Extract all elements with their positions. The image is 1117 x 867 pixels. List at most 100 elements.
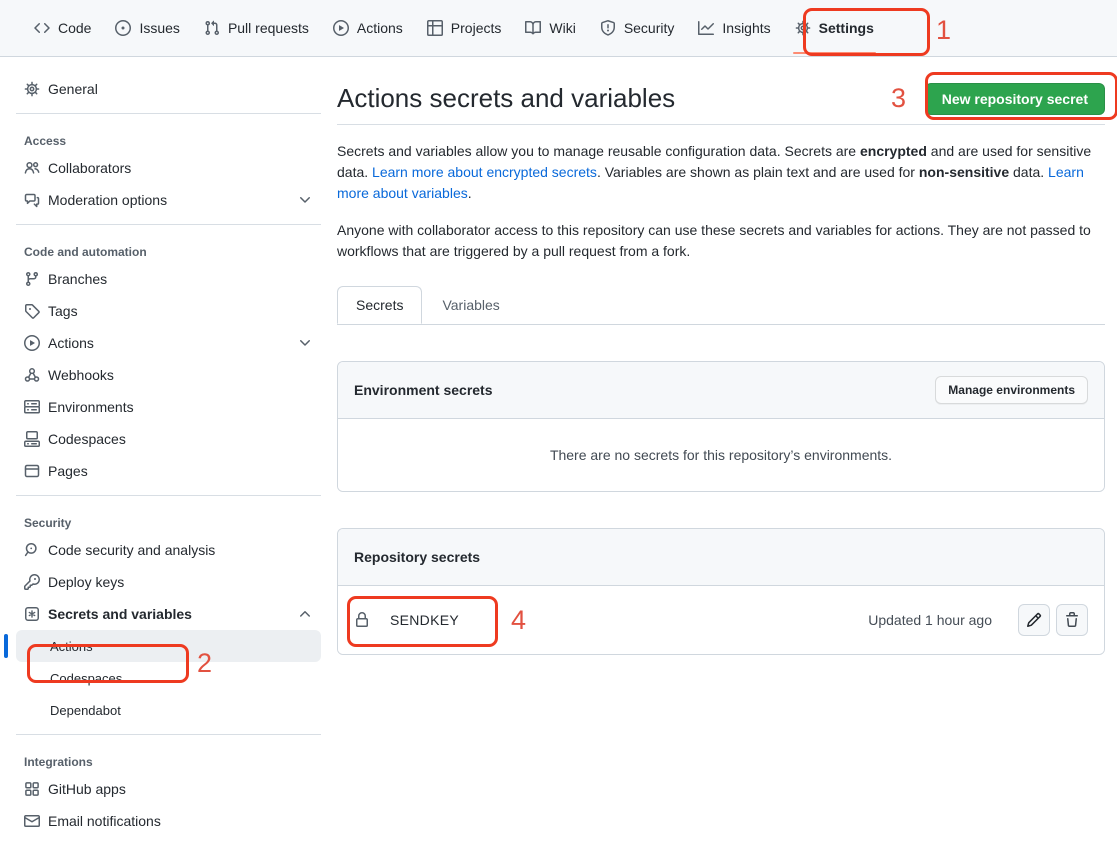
- branch-icon: [24, 271, 40, 287]
- issue-icon: [115, 20, 131, 36]
- nav-tab-issues[interactable]: Issues: [103, 0, 191, 56]
- sidebar-item-moderation-options[interactable]: Moderation options: [16, 184, 321, 216]
- nav-tab-label: Security: [624, 20, 675, 36]
- sidebar-item-label: Branches: [48, 271, 107, 287]
- sidebar-item-label: Environments: [48, 399, 134, 415]
- sidebar-item-label: Code security and analysis: [48, 542, 215, 558]
- sidebar-section-header-integrations: Integrations: [16, 743, 321, 773]
- gear-icon: [795, 20, 811, 36]
- sidebar-item-label: Email notifications: [48, 813, 161, 829]
- key-asterisk-icon: [24, 606, 40, 622]
- sidebar-divider: [16, 495, 321, 496]
- edit-secret-button[interactable]: [1018, 604, 1050, 636]
- nav-tab-insights[interactable]: Insights: [686, 0, 782, 56]
- nav-tab-wiki[interactable]: Wiki: [513, 0, 587, 56]
- bold-text: encrypted: [860, 143, 927, 159]
- environment-secrets-empty-state: There are no secrets for this repository…: [338, 419, 1104, 491]
- nav-tab-actions[interactable]: Actions: [321, 0, 415, 56]
- repo-tab-nav: Code Issues Pull requests Actions Projects Wi…: [0, 0, 1117, 57]
- play-icon: [24, 335, 40, 351]
- sidebar-item-github-apps[interactable]: GitHub apps: [16, 773, 321, 805]
- code-icon: [34, 20, 50, 36]
- nav-tab-pull-requests[interactable]: Pull requests: [192, 0, 321, 56]
- key-icon: [24, 574, 40, 590]
- repository-secrets-title: Repository secrets: [354, 545, 480, 569]
- sidebar-item-secrets-and-variables[interactable]: Secrets and variables: [16, 598, 321, 630]
- delete-secret-button[interactable]: [1056, 604, 1088, 636]
- lock-icon: [354, 612, 370, 628]
- nav-tab-label: Actions: [357, 20, 403, 36]
- sidebar-subitem-actions[interactable]: Actions: [16, 630, 321, 662]
- sidebar-item-email-notifications[interactable]: Email notifications: [16, 805, 321, 837]
- sidebar-item-label: Collaborators: [48, 160, 131, 176]
- codescan-icon: [24, 542, 40, 558]
- sidebar-item-webhooks[interactable]: Webhooks: [16, 359, 321, 391]
- nav-tab-label: Insights: [722, 20, 770, 36]
- sidebar-item-general[interactable]: General: [16, 73, 321, 105]
- sidebar-item-actions[interactable]: Actions: [16, 327, 321, 359]
- nav-tab-label: Wiki: [549, 20, 575, 36]
- sidebar-item-collaborators[interactable]: Collaborators: [16, 152, 321, 184]
- nav-tab-code[interactable]: Code: [22, 0, 103, 56]
- nav-tab-label: Issues: [139, 20, 179, 36]
- secrets-variables-tabs: Secrets Variables: [337, 286, 1105, 325]
- nav-tab-security[interactable]: Security: [588, 0, 687, 56]
- sidebar-item-pages[interactable]: Pages: [16, 455, 321, 487]
- mail-icon: [24, 813, 40, 829]
- pull-request-icon: [204, 20, 220, 36]
- sidebar-item-codespaces[interactable]: Codespaces: [16, 423, 321, 455]
- tab-variables[interactable]: Variables: [422, 286, 519, 324]
- nav-tab-label: Settings: [819, 20, 874, 36]
- environment-secrets-box: Environment secrets Manage environments …: [337, 361, 1105, 492]
- sidebar-section-header-access: Access: [16, 122, 321, 152]
- codespaces-icon: [24, 431, 40, 447]
- text: data.: [1009, 164, 1048, 180]
- sidebar-section-header-security: Security: [16, 504, 321, 534]
- table-icon: [427, 20, 443, 36]
- nav-tab-projects[interactable]: Projects: [415, 0, 514, 56]
- comment-discussion-icon: [24, 192, 40, 208]
- sidebar-item-deploy-keys[interactable]: Deploy keys: [16, 566, 321, 598]
- sidebar-divider: [16, 113, 321, 114]
- sidebar-item-environments[interactable]: Environments: [16, 391, 321, 423]
- browser-icon: [24, 463, 40, 479]
- manage-environments-button[interactable]: Manage environments: [935, 376, 1088, 404]
- environment-secrets-header: Environment secrets Manage environments: [338, 362, 1104, 419]
- server-icon: [24, 399, 40, 415]
- sidebar-item-branches[interactable]: Branches: [16, 263, 321, 295]
- trash-icon: [1064, 612, 1080, 628]
- nav-tab-settings[interactable]: Settings: [783, 0, 886, 56]
- secret-updated-timestamp: Updated 1 hour ago: [868, 612, 992, 628]
- sidebar-subitem-codespaces[interactable]: Codespaces: [16, 662, 321, 694]
- sidebar-item-label: Actions: [48, 335, 94, 351]
- environment-secrets-title: Environment secrets: [354, 378, 493, 402]
- sidebar-item-label: Pages: [48, 463, 88, 479]
- chevron-down-icon: [297, 192, 313, 208]
- gear-icon: [24, 81, 40, 97]
- sidebar-subitem-dependabot[interactable]: Dependabot: [16, 694, 321, 726]
- main-content: Actions secrets and variables New reposi…: [337, 57, 1105, 837]
- settings-sidebar: General Access Collaborators Moderation opt…: [0, 57, 337, 837]
- tab-secrets-label: Secrets: [356, 297, 403, 313]
- play-icon: [333, 20, 349, 36]
- tab-secrets[interactable]: Secrets: [337, 286, 422, 324]
- page-header: Actions secrets and variables New reposi…: [337, 81, 1105, 125]
- sidebar-divider: [16, 224, 321, 225]
- text: .: [468, 185, 472, 201]
- intro-paragraph: Secrets and variables allow you to manag…: [337, 141, 1105, 204]
- shield-icon: [600, 20, 616, 36]
- webhook-icon: [24, 367, 40, 383]
- sidebar-divider: [16, 734, 321, 735]
- graph-icon: [698, 20, 714, 36]
- sidebar-item-label: General: [48, 81, 98, 97]
- sidebar-item-label: Deploy keys: [48, 574, 124, 590]
- tag-icon: [24, 303, 40, 319]
- inline-link[interactable]: Learn more about encrypted secrets: [372, 164, 597, 180]
- sidebar-item-tags[interactable]: Tags: [16, 295, 321, 327]
- nav-tab-label: Code: [58, 20, 91, 36]
- chevron-up-icon: [297, 606, 313, 622]
- new-repository-secret-button[interactable]: New repository secret: [925, 83, 1105, 115]
- sidebar-item-code-security-and-analysis[interactable]: Code security and analysis: [16, 534, 321, 566]
- sidebar-item-label: Codespaces: [48, 431, 126, 447]
- repository-secrets-list: SENDKEYUpdated 1 hour ago: [338, 586, 1104, 654]
